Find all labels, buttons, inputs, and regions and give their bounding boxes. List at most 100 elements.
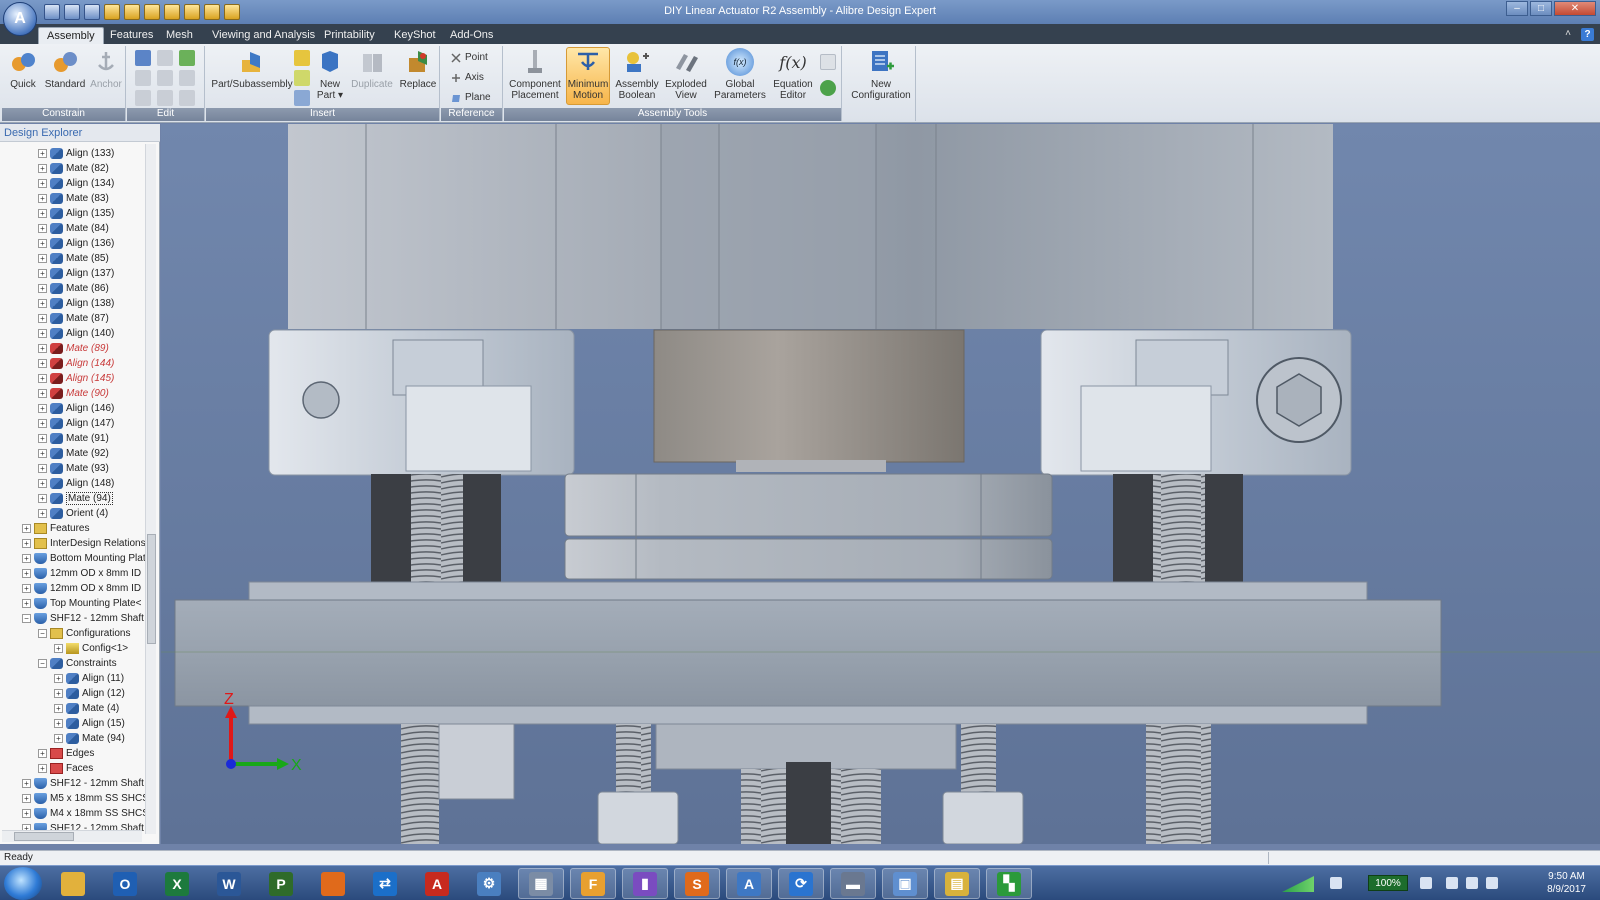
suppress-icon[interactable] <box>157 50 173 66</box>
taskbar-app-settings[interactable]: ⚙ <box>466 868 512 899</box>
tree-expander-icon[interactable]: + <box>38 224 47 233</box>
tree-expander-icon[interactable]: + <box>38 494 47 503</box>
tree-item[interactable]: + Config<1> <box>54 641 128 656</box>
tree-expander-icon[interactable]: + <box>38 389 47 398</box>
tree-expander-icon[interactable]: + <box>38 329 47 338</box>
new-configuration-button[interactable]: New Configuration <box>848 48 914 101</box>
duplicate-button[interactable]: Duplicate <box>350 48 394 90</box>
component-placement-button[interactable]: Component Placement <box>508 48 562 101</box>
tab-features[interactable]: Features <box>102 27 161 44</box>
equation-editor-button[interactable]: f(x) Equation Editor <box>770 48 816 101</box>
volume-icon[interactable] <box>1486 877 1498 889</box>
tree-expander-icon[interactable]: + <box>38 344 47 353</box>
tree-item[interactable]: + Mate (91) <box>38 431 109 446</box>
wireless-icon[interactable] <box>1330 877 1342 889</box>
tree-expander-icon[interactable]: + <box>22 539 31 548</box>
tree-expander-icon[interactable]: + <box>38 209 47 218</box>
tree-item[interactable]: + Align (137) <box>38 266 114 281</box>
clock[interactable]: 9:50 AM 8/9/2017 <box>1547 870 1586 896</box>
minimize-button[interactable]: – <box>1506 1 1528 16</box>
tree-item[interactable]: + Mate (83) <box>38 191 109 206</box>
tree-expander-icon[interactable]: + <box>38 254 47 263</box>
tree-item[interactable]: + Mate (84) <box>38 221 109 236</box>
tree-item[interactable]: + Orient (4) <box>38 506 108 521</box>
tree-expander-icon[interactable]: − <box>38 659 47 668</box>
tree-item[interactable]: + Align (148) <box>38 476 114 491</box>
tree-expander-icon[interactable]: − <box>38 629 47 638</box>
tree-item[interactable]: − Constraints <box>38 656 117 671</box>
gear-icon[interactable] <box>294 70 310 86</box>
taskbar-app-calculator[interactable]: ▦ <box>518 868 564 899</box>
tree-horizontal-scrollbar[interactable] <box>2 830 142 842</box>
point-button[interactable]: Point <box>451 52 488 63</box>
tree-expander-icon[interactable]: + <box>22 779 31 788</box>
tree-item[interactable]: + Align (140) <box>38 326 114 341</box>
tree-item[interactable]: + Align (15) <box>54 716 125 731</box>
tree-expander-icon[interactable]: + <box>38 374 47 383</box>
tree-item[interactable]: + Mate (82) <box>38 161 109 176</box>
move-icon[interactable] <box>179 70 195 86</box>
taskbar-app-fusion[interactable]: F <box>570 868 616 899</box>
tab-add-ons[interactable]: Add-Ons <box>442 27 501 44</box>
tree-item[interactable]: + Mate (4) <box>54 701 119 716</box>
tree-item[interactable]: + Align (136) <box>38 236 114 251</box>
tree-item[interactable]: + M5 x 18mm SS SHCS <box>22 791 148 806</box>
tree-expander-icon[interactable]: + <box>38 404 47 413</box>
taskbar-app-sync[interactable]: ⟳ <box>778 868 824 899</box>
tree-item[interactable]: + Mate (86) <box>38 281 109 296</box>
axis-button[interactable]: Axis <box>451 72 484 83</box>
tree-expander-icon[interactable]: + <box>38 434 47 443</box>
close-button[interactable]: ✕ <box>1554 1 1596 16</box>
3d-viewport[interactable]: Z X <box>161 124 1600 844</box>
taskbar-app-terminal[interactable]: ▚ <box>986 868 1032 899</box>
tree-item[interactable]: + Mate (93) <box>38 461 109 476</box>
plane-button[interactable]: Plane <box>451 92 491 103</box>
anchor-button[interactable]: Anchor <box>88 48 124 90</box>
properties-icon[interactable] <box>820 54 836 70</box>
tree-item[interactable]: − SHF12 - 12mm Shaft <box>22 611 144 626</box>
tree-expander-icon[interactable]: + <box>54 689 63 698</box>
tree-item[interactable]: + Features <box>22 521 89 536</box>
tree-item[interactable]: + Mate (94) <box>54 731 125 746</box>
standard-constraint-button[interactable]: Standard <box>44 48 86 90</box>
tree-expander-icon[interactable]: + <box>22 584 31 593</box>
tree-item[interactable]: + Mate (85) <box>38 251 109 266</box>
tree-vertical-scrollbar[interactable] <box>145 144 156 834</box>
tree-item[interactable]: + Bottom Mounting Plat <box>22 551 146 566</box>
taskbar-app-firefox[interactable] <box>310 868 356 899</box>
joint-icon[interactable] <box>294 90 310 106</box>
scrollbar-thumb[interactable] <box>147 534 156 644</box>
tree-expander-icon[interactable]: + <box>22 809 31 818</box>
tree-item[interactable]: + Align (134) <box>38 176 114 191</box>
tree-expander-icon[interactable]: + <box>54 719 63 728</box>
tree-item[interactable]: + M4 x 18mm SS SHCS <box>22 806 148 821</box>
keyboard-icon[interactable] <box>1420 877 1432 889</box>
taskbar-app-project[interactable]: P <box>258 868 304 899</box>
tree-item[interactable]: +12mm OD x 8mm ID <box>22 581 141 596</box>
tab-keyshot[interactable]: KeyShot <box>386 27 444 44</box>
taskbar-app-excel[interactable]: X <box>154 868 200 899</box>
filter-icon[interactable] <box>179 90 195 106</box>
grid-icon[interactable] <box>294 50 310 66</box>
help-icon[interactable]: ? <box>1581 28 1594 41</box>
edit-constraint-icon[interactable] <box>135 50 151 66</box>
tree-expander-icon[interactable]: + <box>38 269 47 278</box>
taskbar-app-acrobat[interactable]: A <box>414 868 460 899</box>
tree-expander-icon[interactable]: + <box>38 149 47 158</box>
tree-expander-icon[interactable]: + <box>54 734 63 743</box>
tree-expander-icon[interactable]: + <box>38 749 47 758</box>
taskbar-app-chart-app[interactable]: ▮ <box>622 868 668 899</box>
tree-item[interactable]: + Align (135) <box>38 206 114 221</box>
tree-expander-icon[interactable]: + <box>22 599 31 608</box>
tree-item[interactable]: − Configurations <box>38 626 130 641</box>
tree-expander-icon[interactable]: − <box>22 614 31 623</box>
network-signal-icon[interactable] <box>1282 876 1314 892</box>
tree-expander-icon[interactable]: + <box>38 314 47 323</box>
tree-item[interactable]: + Align (11) <box>54 671 124 686</box>
tree-expander-icon[interactable]: + <box>38 449 47 458</box>
tree-expander-icon[interactable]: + <box>38 194 47 203</box>
tree-expander-icon[interactable]: + <box>38 419 47 428</box>
tree-item[interactable]: + Align (12) <box>54 686 125 701</box>
tree-expander-icon[interactable]: + <box>38 179 47 188</box>
tree-item[interactable]: + Top Mounting Plate< <box>22 596 141 611</box>
